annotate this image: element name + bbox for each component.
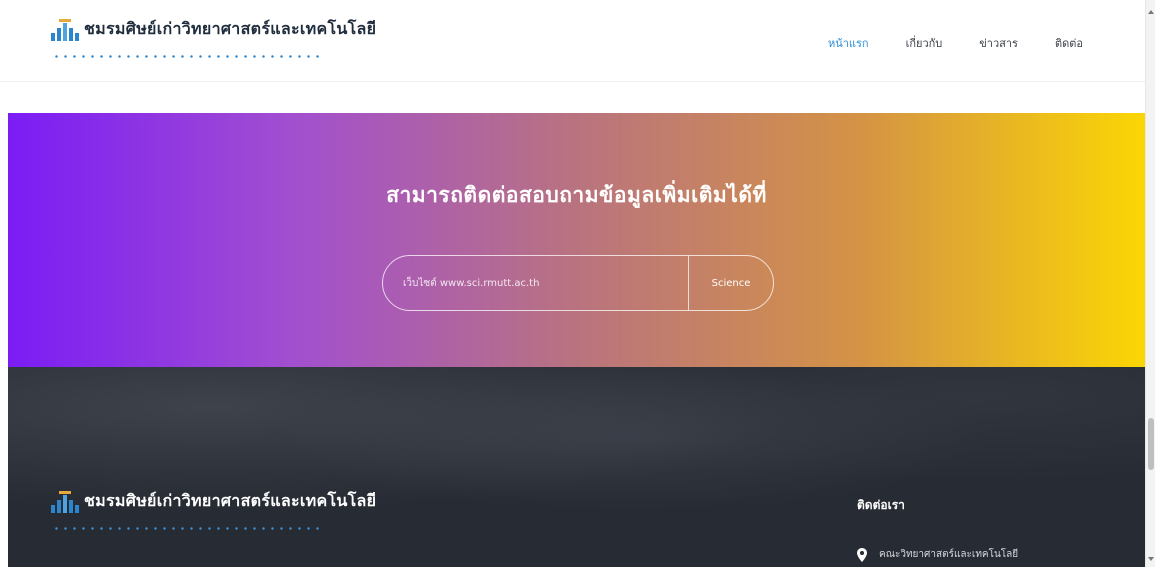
website-search-form: Science [382,255,774,311]
website-input[interactable] [383,256,688,310]
address-text: คณะวิทยาศาสตร์และเทคโนโลยี [879,549,1019,560]
footer-logo-subtitle-dots [52,527,322,530]
contact-address: คณะวิทยาศาสตร์และเทคโนโลยี [857,547,1018,562]
logo-title: ชมรมศิษย์เก่าวิทยาศาสตร์และเทคโนโลยี [84,19,377,38]
page-scrollbar[interactable] [1145,0,1155,567]
map-pin-icon [857,547,867,562]
banner-title: สามารถติดต่อสอบถามข้อมูลเพิ่มเติมได้ที่ [386,183,767,207]
nav-item-home[interactable]: หน้าแรก [828,34,869,52]
main-nav: หน้าแรก เกี่ยวกับ ข่าวสาร ติดต่อ [828,34,1083,52]
nav-item-news[interactable]: ข่าวสาร [979,34,1018,52]
logo-subtitle-dots [52,55,322,58]
building-columns-icon [51,19,79,41]
site-header: ชมรมศิษย์เก่าวิทยาศาสตร์และเทคโนโลยี หน้… [0,0,1145,82]
contact-heading: ติดต่อเรา [857,498,905,512]
scroll-up-arrow-icon[interactable] [1148,10,1154,14]
site-footer: ชมรมศิษย์เก่าวิทยาศาสตร์และเทคโนโลยี ติด… [8,367,1145,567]
scrollbar-thumb[interactable] [1148,418,1154,470]
contact-banner: สามารถติดต่อสอบถามข้อมูลเพิ่มเติมได้ที่ … [8,113,1145,367]
footer-logo-title: ชมรมศิษย์เก่าวิทยาศาสตร์และเทคโนโลยี [84,491,377,510]
nav-item-about[interactable]: เกี่ยวกับ [906,34,943,52]
nav-item-contact[interactable]: ติดต่อ [1055,34,1083,52]
science-button[interactable]: Science [689,256,773,310]
building-columns-icon [51,491,79,513]
scroll-down-arrow-icon[interactable] [1148,557,1154,561]
